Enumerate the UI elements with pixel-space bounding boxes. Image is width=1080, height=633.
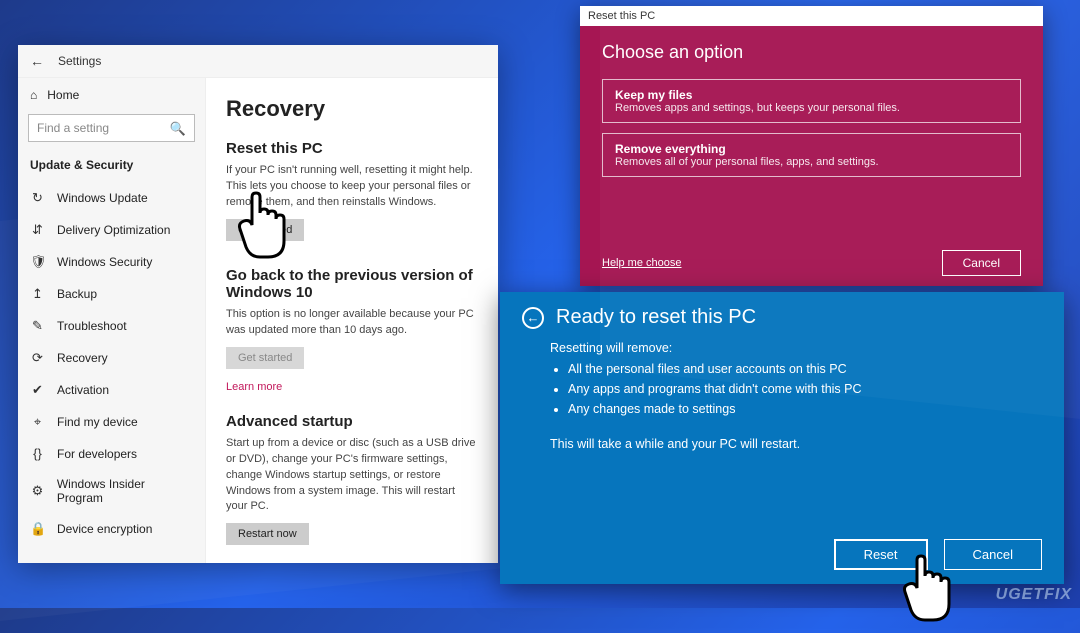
sidebar-item-find-my-device[interactable]: ⌖ Find my device [18, 406, 205, 438]
nav-label: Windows Insider Program [57, 477, 193, 505]
settings-header: ← Settings [18, 45, 498, 78]
reset-pc-desc: If your PC isn't running well, resetting… [226, 163, 478, 211]
reset-dialog-titlebar: Reset this PC [580, 6, 1043, 26]
nav-icon: ↥ [30, 286, 45, 302]
get-started-button[interactable]: Get started [226, 219, 304, 241]
search-placeholder: Find a setting [37, 121, 109, 135]
ready-note: This will take a while and your PC will … [550, 437, 1042, 451]
sidebar-item-troubleshoot[interactable]: ✎ Troubleshoot [18, 310, 205, 342]
nav-icon: 🔒 [30, 521, 45, 537]
sidebar-home-label: Home [47, 88, 79, 102]
sidebar-item-delivery-optimization[interactable]: ⇵ Delivery Optimization [18, 214, 205, 246]
reset-cancel-button[interactable]: Cancel [942, 250, 1021, 276]
nav-label: Device encryption [57, 522, 152, 536]
nav-label: Activation [57, 383, 109, 397]
ready-back-button[interactable]: ← [522, 307, 544, 329]
nav-icon: ↻ [30, 190, 45, 206]
learn-more-link[interactable]: Learn more [226, 381, 282, 393]
watermark: UGETFIX [996, 586, 1072, 604]
nav-icon: ⚙ [30, 483, 45, 499]
goback-heading: Go back to the previous version of Windo… [226, 267, 478, 301]
goback-desc: This option is no longer available becau… [226, 307, 478, 339]
nav-icon: 🛡 [30, 254, 45, 270]
option-desc: Removes apps and settings, but keeps you… [615, 102, 1008, 114]
search-icon: 🔍 [170, 121, 186, 137]
sidebar-item-backup[interactable]: ↥ Backup [18, 278, 205, 310]
nav-label: Windows Update [57, 191, 148, 205]
reset-option-keep-my-files[interactable]: Keep my filesRemoves apps and settings, … [602, 79, 1021, 123]
nav-label: Delivery Optimization [57, 223, 170, 237]
goback-button: Get started [226, 347, 304, 369]
nav-label: Find my device [57, 415, 138, 429]
nav-label: For developers [57, 447, 137, 461]
restart-now-button[interactable]: Restart now [226, 523, 309, 545]
nav-icon: ✎ [30, 318, 45, 334]
reset-option-remove-everything[interactable]: Remove everythingRemoves all of your per… [602, 133, 1021, 177]
back-icon[interactable]: ← [30, 53, 44, 69]
option-title: Keep my files [615, 88, 1008, 102]
sidebar-item-for-developers[interactable]: {} For developers [18, 438, 205, 469]
page-title: Recovery [226, 96, 478, 122]
sidebar-section-label: Update & Security [18, 152, 205, 182]
reset-pc-dialog: Reset this PC Choose an option Keep my f… [580, 6, 1043, 286]
ready-bullet: Any apps and programs that didn't come w… [568, 379, 1042, 399]
ready-reset-dialog: ← Ready to reset this PC Resetting will … [500, 292, 1064, 584]
sidebar-item-windows-update[interactable]: ↻ Windows Update [18, 182, 205, 214]
settings-sidebar: ⌂ Home Find a setting 🔍 Update & Securit… [18, 78, 206, 563]
option-title: Remove everything [615, 142, 1008, 156]
advanced-startup-desc: Start up from a device or disc (such as … [226, 436, 478, 516]
nav-label: Troubleshoot [57, 319, 127, 333]
ready-intro: Resetting will remove: [550, 341, 1042, 355]
sidebar-item-activation[interactable]: ✔ Activation [18, 374, 205, 406]
nav-icon: ⟳ [30, 350, 45, 366]
ready-bullet: Any changes made to settings [568, 399, 1042, 419]
sidebar-item-windows-security[interactable]: 🛡 Windows Security [18, 246, 205, 278]
nav-label: Backup [57, 287, 97, 301]
choose-option-heading: Choose an option [602, 42, 1021, 63]
nav-label: Windows Security [57, 255, 152, 269]
settings-content: Recovery Reset this PC If your PC isn't … [206, 78, 498, 563]
home-icon: ⌂ [30, 88, 37, 102]
sidebar-home[interactable]: ⌂ Home [18, 78, 205, 108]
nav-label: Recovery [57, 351, 108, 365]
reset-pc-heading: Reset this PC [226, 140, 478, 157]
ready-cancel-button[interactable]: Cancel [944, 539, 1042, 570]
advanced-startup-heading: Advanced startup [226, 413, 478, 430]
nav-icon: ⇵ [30, 222, 45, 238]
help-me-choose-link[interactable]: Help me choose [602, 257, 682, 269]
nav-icon: ⌖ [30, 414, 45, 430]
settings-title: Settings [58, 54, 101, 68]
ready-bullet: All the personal files and user accounts… [568, 359, 1042, 379]
search-input[interactable]: Find a setting 🔍 [28, 114, 195, 142]
sidebar-item-recovery[interactable]: ⟳ Recovery [18, 342, 205, 374]
sidebar-item-device-encryption[interactable]: 🔒 Device encryption [18, 513, 205, 545]
nav-icon: {} [30, 446, 45, 461]
sidebar-item-windows-insider-program[interactable]: ⚙ Windows Insider Program [18, 469, 205, 513]
settings-window: ← Settings ⌂ Home Find a setting 🔍 Updat… [18, 45, 498, 563]
option-desc: Removes all of your personal files, apps… [615, 156, 1008, 168]
ready-heading: Ready to reset this PC [556, 306, 756, 329]
nav-icon: ✔ [30, 382, 45, 398]
reset-button[interactable]: Reset [834, 539, 928, 570]
